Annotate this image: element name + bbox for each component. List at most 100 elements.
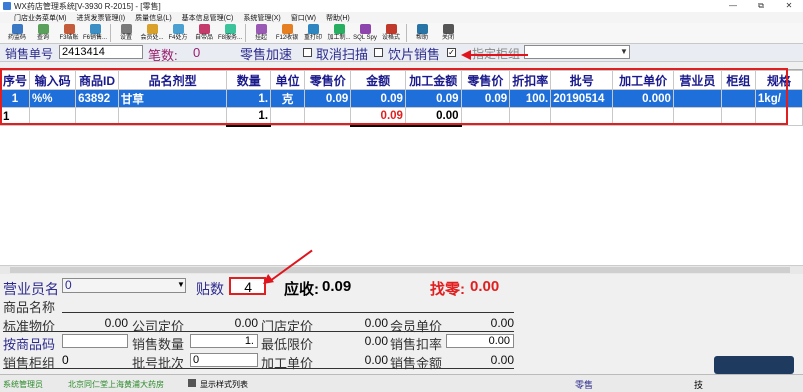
proc-price-value: 0.00 bbox=[364, 353, 388, 367]
settings-icon bbox=[120, 24, 132, 34]
toolbar-button[interactable]: 查询 bbox=[30, 23, 56, 44]
toolbar-button-label: F6销售... bbox=[82, 35, 107, 41]
toolbar-button-label: 药监码 bbox=[7, 35, 26, 41]
toolbar-button-label: F3结账 bbox=[59, 35, 79, 41]
search-icon bbox=[37, 24, 49, 34]
toolbar-button-label: 关闭 bbox=[441, 35, 454, 41]
menu-basic-info[interactable]: 基本信息管理(C) bbox=[182, 13, 234, 23]
toolbar-button-label: 设格式 bbox=[381, 35, 400, 41]
sales-qty-label: 销售数量 bbox=[132, 337, 185, 352]
menu-help[interactable]: 帮助(H) bbox=[326, 13, 350, 23]
prescription-icon bbox=[172, 24, 184, 34]
list-icon[interactable] bbox=[188, 379, 196, 387]
product-icon bbox=[198, 24, 210, 34]
cabinet-label-bottom: 销售柜组 bbox=[3, 356, 56, 371]
status-store: 北京同仁堂上海黄浦大药房 bbox=[68, 380, 164, 389]
company-price-value: 0.00 bbox=[234, 316, 258, 330]
restore-button[interactable]: ⧉ bbox=[747, 0, 775, 12]
annotation-arrowhead bbox=[461, 50, 471, 60]
min-price-label: 最低限价 bbox=[261, 337, 314, 352]
sales-qty-input[interactable]: 1. bbox=[190, 334, 258, 348]
toolbar-button[interactable]: 关闭 bbox=[435, 23, 461, 44]
chevron-down-icon[interactable]: ▼ bbox=[620, 47, 628, 56]
toolbar-separator bbox=[245, 24, 246, 42]
highlight-box-grid bbox=[0, 68, 788, 125]
menu-purchase-invoice[interactable]: 进货发票管理(I) bbox=[77, 13, 126, 23]
window-title: WX药店管理系统[V-3930 R-2015] - [零售] bbox=[14, 1, 161, 11]
store-price-value: 0.00 bbox=[364, 316, 388, 330]
batch-input[interactable]: 0 bbox=[190, 353, 258, 367]
status-style[interactable]: 显示样式列表 bbox=[200, 379, 248, 390]
received-label: 应收: bbox=[284, 281, 319, 298]
toolbar-button[interactable]: 设格式 bbox=[378, 23, 404, 44]
menu-store-business[interactable]: 门店业务菜单(M) bbox=[14, 13, 67, 23]
close-icon bbox=[442, 24, 454, 34]
horizontal-scrollbar[interactable] bbox=[0, 265, 803, 274]
member-price-value: 0.00 bbox=[490, 316, 514, 330]
proc-price-label: 加工单价 bbox=[261, 356, 314, 371]
reprint-icon bbox=[307, 24, 319, 34]
cashier-icon bbox=[281, 24, 293, 34]
herbal-sale-label: 饮片销售 bbox=[388, 47, 441, 62]
menu-window[interactable]: 窗口(W) bbox=[291, 13, 316, 23]
toolbar-button[interactable]: F3结账 bbox=[56, 23, 82, 44]
cancel-scan-checkbox[interactable] bbox=[374, 48, 383, 57]
checkout-icon bbox=[63, 24, 75, 34]
toolbar: 药监码 查询 F3结账 F6销售... 设置 会员处... F4处方 自带品 F8服务... 挂起… bbox=[0, 23, 803, 44]
cabinet-select[interactable] bbox=[524, 45, 630, 59]
status-bar: 系统管理员 北京同仁堂上海黄浦大药房 显示样式列表 零售 技 bbox=[0, 374, 803, 392]
std-price-label: 标准物价 bbox=[3, 319, 56, 334]
toolbar-button[interactable]: 会员处... bbox=[139, 23, 165, 44]
toolbar-button-label: SQL Spy bbox=[353, 35, 377, 41]
chevron-down-icon[interactable]: ▼ bbox=[177, 280, 185, 289]
close-window-button[interactable]: ✕ bbox=[775, 0, 803, 12]
toolbar-button[interactable]: SQL Spy bbox=[352, 23, 378, 44]
toolbar-button-label: 设置 bbox=[119, 35, 132, 41]
toolbar-button[interactable]: F8服务... bbox=[217, 23, 243, 44]
retail-accel-checkbox[interactable] bbox=[303, 48, 312, 57]
toolbar-button[interactable]: 重打印 bbox=[300, 23, 326, 44]
discount-label: 销售扣率 bbox=[390, 337, 443, 352]
hold-icon bbox=[255, 24, 267, 34]
toolbar-button[interactable]: 加工制... bbox=[326, 23, 352, 44]
toolbar-button-label: 查询 bbox=[36, 35, 49, 41]
clerk-select[interactable]: 0 bbox=[62, 278, 186, 293]
menu-bar: 门店业务菜单(M) 进货发票管理(I) 质量信息(L) 基本信息管理(C) 系统… bbox=[0, 12, 803, 23]
toolbar-button-label: 自带品 bbox=[194, 35, 213, 41]
menu-quality-info[interactable]: 质量信息(L) bbox=[135, 13, 172, 23]
change-label: 找零: bbox=[430, 281, 465, 298]
toolbar-button-label: 挂起 bbox=[254, 35, 267, 41]
toolbar-button[interactable]: F6销售... bbox=[82, 23, 108, 44]
service-icon bbox=[224, 24, 236, 34]
discount-input[interactable]: 0.00 bbox=[446, 334, 514, 348]
scrollbar-thumb[interactable] bbox=[10, 267, 790, 273]
company-price-label: 公司定价 bbox=[132, 319, 185, 334]
status-right: 技 bbox=[694, 380, 704, 390]
minimize-button[interactable]: — bbox=[719, 0, 747, 12]
sales-no-label: 销售单号 bbox=[5, 47, 54, 61]
by-code-input[interactable] bbox=[62, 334, 128, 348]
toolbar-button[interactable]: 药监码 bbox=[4, 23, 30, 44]
toolbar-button[interactable]: F12收银 bbox=[274, 23, 300, 44]
toolbar-button[interactable]: F4处方 bbox=[165, 23, 191, 44]
toolbar-button-label: 帮助 bbox=[415, 35, 428, 41]
herbal-sale-checkbox[interactable]: ✓ bbox=[447, 48, 456, 57]
toolbar-button[interactable]: 挂起 bbox=[248, 23, 274, 44]
barcode-icon bbox=[11, 24, 23, 34]
sql-spy-icon bbox=[359, 24, 371, 34]
member-price-label: 会员单价 bbox=[390, 319, 443, 334]
help-icon bbox=[416, 24, 428, 34]
toolbar-button[interactable]: 自带品 bbox=[191, 23, 217, 44]
sales-no-input[interactable]: 2413414 bbox=[59, 45, 143, 59]
menu-system[interactable]: 系统管理(X) bbox=[243, 13, 280, 23]
app-icon bbox=[3, 2, 11, 10]
toolbar-button[interactable]: 帮助 bbox=[409, 23, 435, 44]
status-user: 系统管理员 bbox=[3, 380, 43, 389]
doses-label: 贴数 bbox=[196, 281, 224, 297]
change-value: 0.00 bbox=[470, 278, 500, 295]
toolbar-button[interactable]: 设置 bbox=[113, 23, 139, 44]
cancel-scan-label: 取消扫描 bbox=[316, 47, 369, 62]
sales-amount-value: 0.00 bbox=[490, 353, 514, 367]
std-price-value: 0.00 bbox=[104, 316, 128, 330]
divider bbox=[3, 368, 514, 369]
